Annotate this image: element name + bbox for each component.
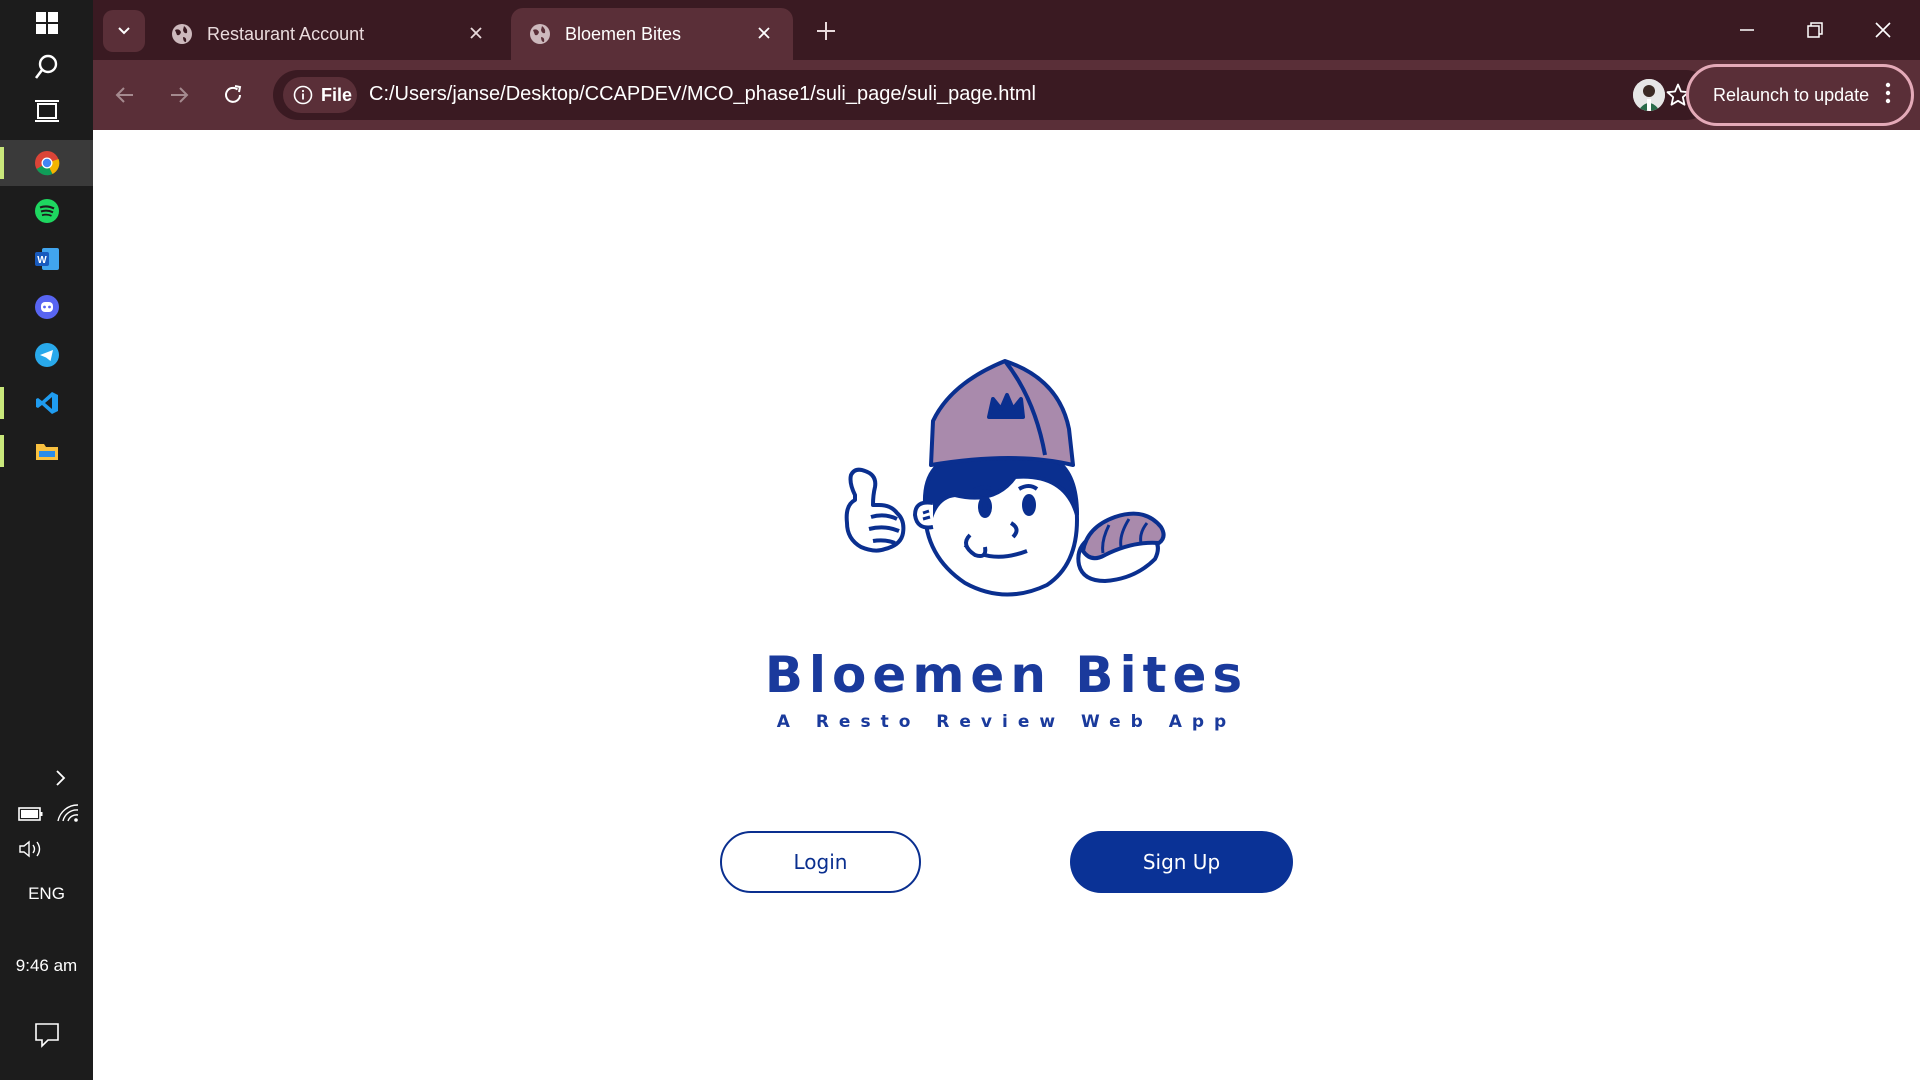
tab-title: Bloemen Bites: [565, 23, 682, 44]
more-options-icon[interactable]: [1885, 81, 1891, 110]
sushi-icon: [1076, 511, 1166, 583]
info-icon: [293, 85, 313, 105]
svg-text:W: W: [37, 255, 47, 266]
brand-subtitle: A Resto Review Web App: [776, 712, 1237, 732]
show-hidden-icons-chevron-icon[interactable]: [0, 755, 93, 801]
tab-title: Restaurant Account: [207, 23, 365, 44]
thumbs-up-hand: [844, 467, 906, 553]
active-app-indicator: [0, 147, 4, 179]
minimize-icon[interactable]: [1713, 0, 1781, 60]
browser-tab-strip: Restaurant Account Bloemen Bites: [93, 0, 1920, 60]
brand-title: Bloemen Bites: [764, 646, 1249, 704]
task-view-icon[interactable]: [0, 88, 93, 134]
close-window-icon[interactable]: [1849, 0, 1917, 60]
restore-window-icon[interactable]: [1781, 0, 1849, 60]
battery-icon[interactable]: [18, 806, 44, 827]
login-button[interactable]: Login: [720, 831, 921, 893]
telegram-icon[interactable]: [0, 332, 93, 378]
browser-toolbar: File C:/Users/janse/Desktop/CCAPDEV/MCO_…: [93, 60, 1920, 130]
back-arrow-icon[interactable]: [105, 75, 145, 115]
url-text[interactable]: C:/Users/janse/Desktop/CCAPDEV/MCO_phase…: [369, 83, 1036, 106]
volume-icon[interactable]: [18, 840, 44, 863]
running-app-indicator: [0, 387, 4, 419]
forward-arrow-icon[interactable]: [159, 75, 199, 115]
windows-start-icon[interactable]: [0, 0, 93, 46]
running-app-indicator: [0, 435, 4, 467]
chrome-icon[interactable]: [0, 140, 93, 186]
discord-icon[interactable]: [0, 284, 93, 330]
notification-center-icon[interactable]: [0, 1012, 93, 1058]
page-content: Bloemen Bites A Resto Review Web App Log…: [93, 130, 1920, 1080]
relaunch-to-update-button[interactable]: Relaunch to update: [1686, 64, 1914, 126]
profile-avatar[interactable]: [1633, 79, 1665, 111]
tab-restaurant-account[interactable]: Restaurant Account: [153, 8, 505, 60]
language-indicator[interactable]: ENG: [0, 884, 93, 904]
chip-label: File: [321, 84, 353, 105]
tab-bloemen-bites[interactable]: Bloemen Bites: [511, 8, 793, 60]
clock-time[interactable]: 9:46 am: [0, 956, 93, 976]
globe-icon: [172, 24, 192, 44]
word-icon[interactable]: W: [0, 236, 93, 282]
mascot-head: [912, 452, 1080, 597]
bloemen-bites-mascot-logo: [844, 359, 1166, 597]
sign-up-button[interactable]: Sign Up: [1070, 831, 1293, 893]
file-explorer-icon[interactable]: [0, 428, 93, 474]
site-info-chip[interactable]: File: [283, 77, 357, 113]
vscode-icon[interactable]: [0, 380, 93, 426]
close-tab-icon[interactable]: [465, 22, 487, 44]
tab-search-dropdown-button[interactable]: [103, 10, 145, 52]
search-icon[interactable]: [0, 44, 93, 90]
reload-icon[interactable]: [213, 75, 253, 115]
globe-icon: [530, 24, 550, 44]
close-tab-icon[interactable]: [753, 22, 775, 44]
mascot-cap: [929, 359, 1075, 467]
windows-taskbar: W ENG 9:46 am: [0, 0, 93, 1080]
spotify-icon[interactable]: [0, 188, 93, 234]
relaunch-label: Relaunch to update: [1713, 84, 1870, 105]
new-tab-plus-icon[interactable]: [811, 16, 841, 51]
wifi-icon[interactable]: [56, 803, 80, 828]
address-bar[interactable]: File C:/Users/janse/Desktop/CCAPDEV/MCO_…: [273, 70, 1711, 120]
